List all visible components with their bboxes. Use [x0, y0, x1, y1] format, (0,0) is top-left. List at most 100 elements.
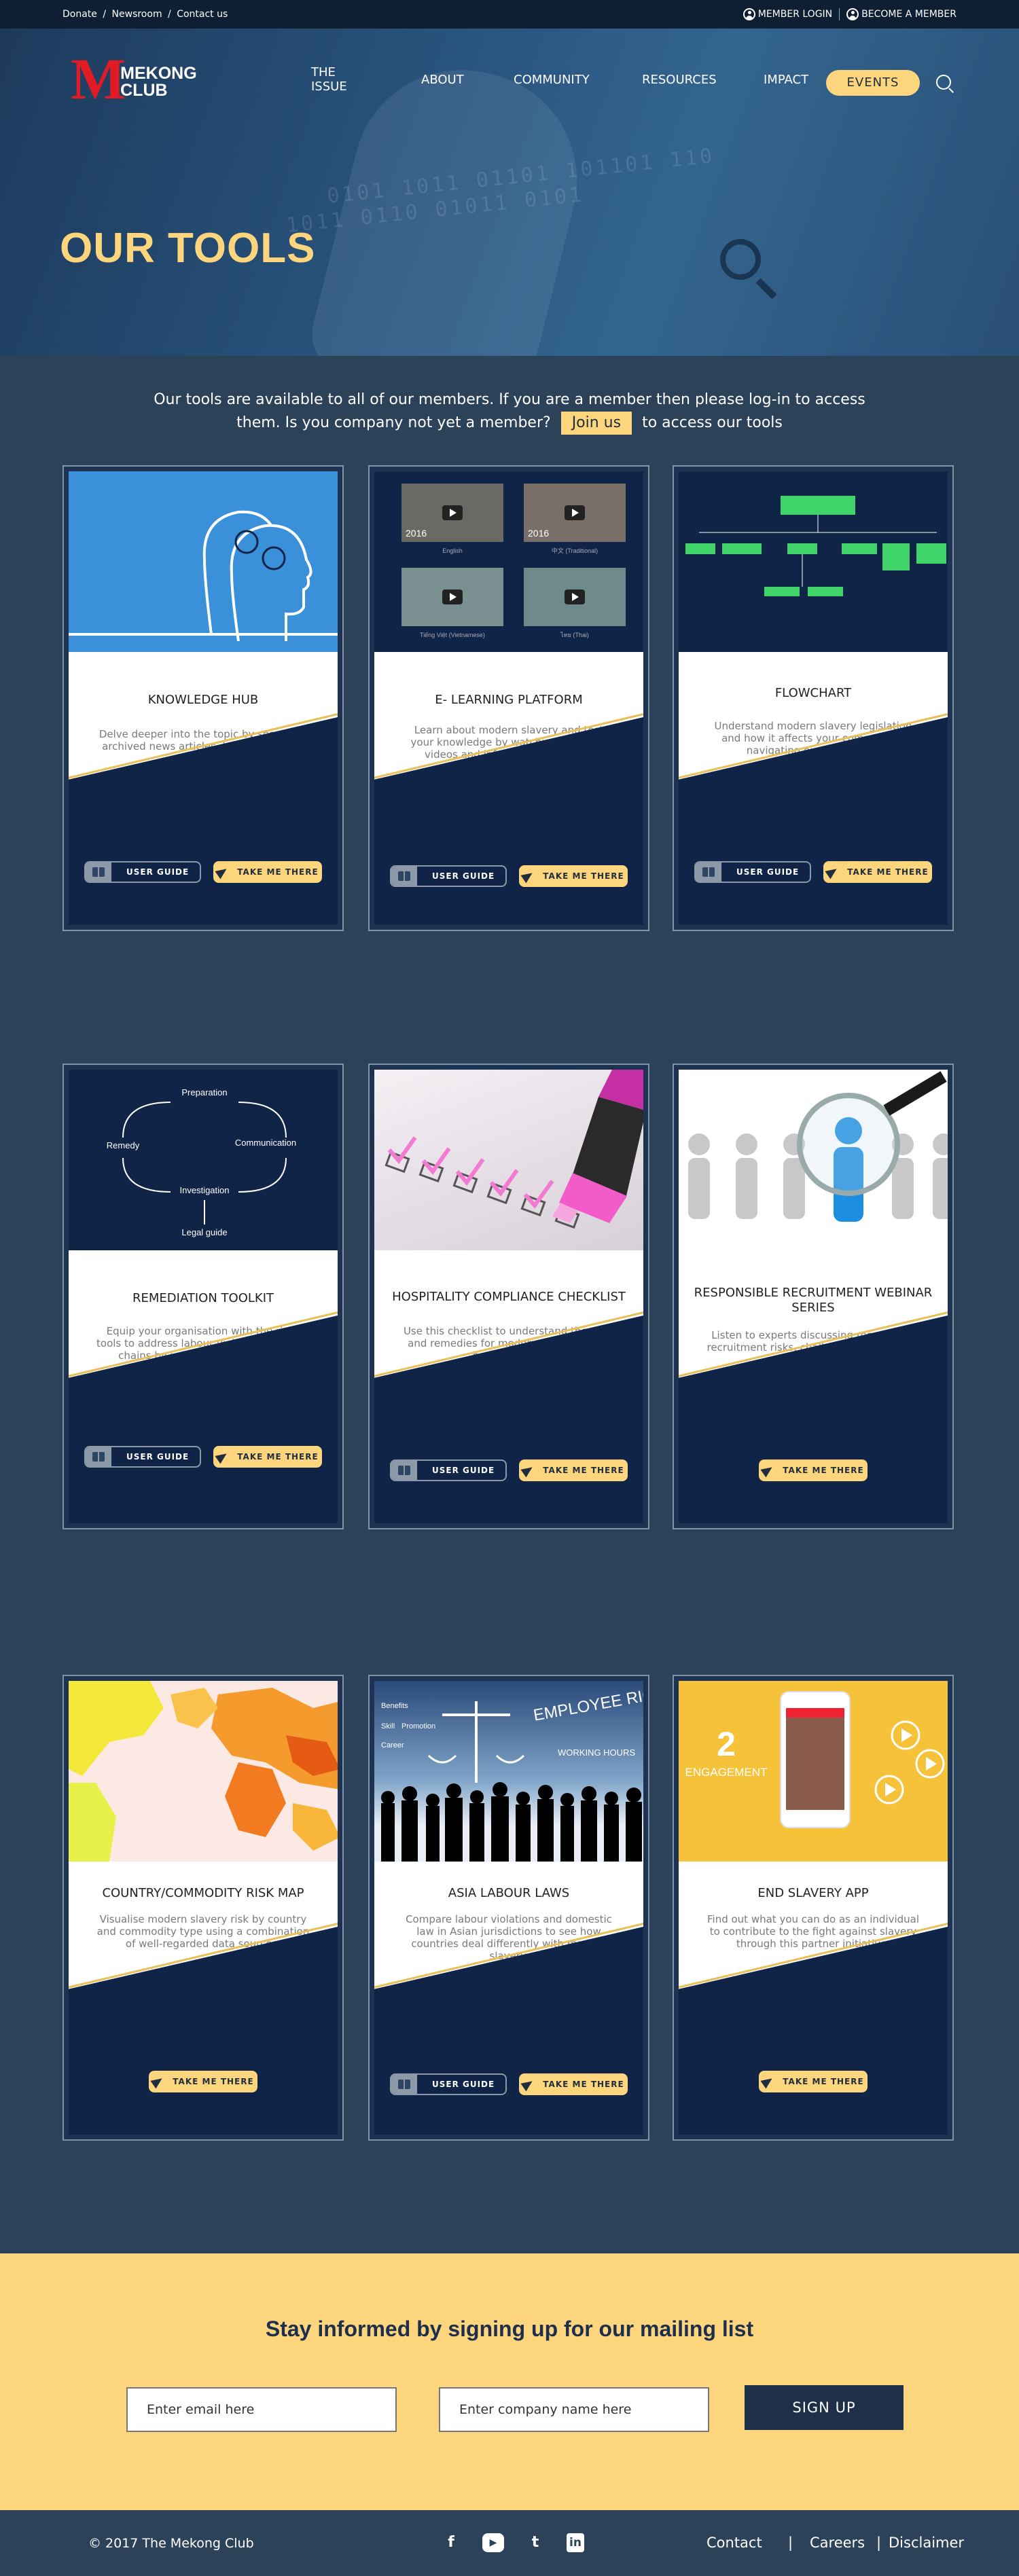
- paper-plane-icon: [520, 1463, 535, 1478]
- footer-disclaimer-link[interactable]: Disclaimer: [889, 2535, 964, 2551]
- logo-line2: CLUB: [120, 81, 168, 100]
- footer-contact-link[interactable]: Contact: [707, 2535, 762, 2551]
- engagement-number: 2: [717, 1725, 736, 1763]
- facebook-icon[interactable]: f: [440, 2533, 462, 2552]
- user-add-icon: [846, 8, 859, 20]
- social-links: f ▶ t in: [440, 2533, 584, 2552]
- book-icon-box: [86, 863, 111, 882]
- take-me-there-button[interactable]: TAKE ME THERE: [519, 1459, 628, 1481]
- user-icon: [743, 8, 755, 20]
- hero-banner: 0101 1011 01101 101101 110 1011 0110 010…: [0, 29, 1019, 356]
- take-me-there-label: TAKE ME THERE: [543, 2080, 624, 2089]
- take-me-there-button[interactable]: TAKE ME THERE: [823, 861, 932, 883]
- take-me-there-button[interactable]: TAKE ME THERE: [213, 861, 322, 883]
- user-guide-button[interactable]: USER GUIDE: [84, 861, 201, 883]
- video-caption: ไทย (Thai): [560, 632, 589, 638]
- take-me-there-label: TAKE ME THERE: [237, 1452, 319, 1462]
- take-me-there-button[interactable]: TAKE ME THERE: [519, 865, 628, 887]
- book-icon-box: [391, 867, 417, 886]
- user-guide-button[interactable]: USER GUIDE: [390, 2073, 507, 2095]
- intro-line1: Our tools are available to all of our me…: [154, 391, 865, 408]
- investigation-label: Investigation: [180, 1185, 230, 1195]
- youtube-icon[interactable]: ▶: [482, 2533, 504, 2552]
- knowledge-hub-image: [69, 471, 338, 652]
- book-icon: [398, 2080, 410, 2089]
- book-icon: [702, 867, 715, 877]
- book-icon-box: [391, 2075, 417, 2094]
- events-button[interactable]: EVENTS: [826, 70, 920, 96]
- user-guide-button[interactable]: USER GUIDE: [694, 861, 811, 883]
- footer-sep: |: [876, 2535, 882, 2551]
- logo-mark: M: [71, 46, 126, 111]
- skill-text: Skill: [381, 1722, 395, 1730]
- user-guide-button[interactable]: USER GUIDE: [390, 1459, 507, 1481]
- page-title: OUR TOOLS: [60, 225, 316, 272]
- take-me-there-label: TAKE ME THERE: [847, 867, 929, 877]
- video-caption: 中文 (Traditional): [552, 547, 598, 554]
- take-me-there-button[interactable]: TAKE ME THERE: [759, 1459, 868, 1481]
- sign-up-button[interactable]: SIGN UP: [745, 2385, 904, 2430]
- video-caption: English: [442, 547, 463, 554]
- paper-plane-icon: [150, 2074, 165, 2089]
- risk-map-image: [69, 1681, 338, 1862]
- become-member-link[interactable]: BECOME A MEMBER: [846, 8, 957, 20]
- user-guide-label: USER GUIDE: [432, 1466, 495, 1475]
- book-icon-box: [696, 863, 721, 882]
- engagement-label: ENGAGEMENT: [685, 1766, 768, 1779]
- search-icon[interactable]: [936, 75, 951, 90]
- twitter-icon[interactable]: t: [524, 2533, 546, 2552]
- magnifier-graphic: [720, 239, 761, 280]
- employee-rights-illustration: EMPLOYEE RIGHTS! WORKING HOURS Benefits …: [381, 1681, 643, 1862]
- account-links: MEMBER LOGIN BECOME A MEMBER: [743, 8, 957, 20]
- user-guide-label: USER GUIDE: [736, 867, 800, 877]
- member-login-link[interactable]: MEMBER LOGIN: [743, 8, 832, 20]
- intro-line2: them. Is you company not yet a member? J…: [136, 412, 883, 435]
- benefits-text: Benefits: [381, 1702, 408, 1710]
- top-sep: /: [103, 9, 107, 20]
- nav-item-about[interactable]: ABOUT: [421, 73, 464, 87]
- paper-plane-icon: [825, 865, 840, 879]
- mekong-club-logo[interactable]: M MEKONG CLUB: [71, 46, 220, 111]
- book-icon-box: [391, 1461, 417, 1480]
- join-us-button[interactable]: Join us: [560, 412, 632, 435]
- world-risk-map: [69, 1681, 338, 1862]
- career-text: Career: [381, 1741, 404, 1749]
- nav-item-impact[interactable]: IMPACT: [764, 73, 808, 87]
- paper-plane-icon: [215, 1449, 230, 1464]
- contact-link[interactable]: Contact us: [177, 9, 228, 20]
- newsroom-link[interactable]: Newsroom: [112, 9, 162, 20]
- video-thumbnails: 2016 2016 English 中文 (Traditional) Tiếng…: [401, 484, 626, 638]
- app-image: 2 ENGAGEMENT: [679, 1681, 948, 1862]
- nav-item-the-issue[interactable]: THE ISSUE: [311, 65, 347, 94]
- communication-label: Communication: [235, 1138, 296, 1148]
- tool-card-flowchart: FLOWCHART Understand modern slavery legi…: [673, 465, 954, 931]
- user-guide-button[interactable]: USER GUIDE: [84, 1446, 201, 1468]
- take-me-there-label: TAKE ME THERE: [543, 871, 624, 881]
- take-me-there-button[interactable]: TAKE ME THERE: [149, 2071, 257, 2092]
- company-name-field[interactable]: Enter company name here: [439, 2387, 709, 2432]
- donate-link[interactable]: Donate: [62, 9, 97, 20]
- tool-card-recruitment-webinar: RESPONSIBLE RECRUITMENT WEBINAR SERIES L…: [673, 1064, 954, 1529]
- linkedin-icon[interactable]: in: [567, 2533, 584, 2552]
- footer-careers-link[interactable]: Careers: [810, 2535, 865, 2551]
- legal-guide-label: Legal guide: [181, 1227, 227, 1237]
- tool-card-remediation-toolkit: Preparation Remedy Communication Investi…: [62, 1064, 344, 1529]
- tool-card-end-slavery-app: 2 ENGAGEMENT END SLAVERY APP Find out wh…: [673, 1675, 954, 2141]
- nav-item-resources[interactable]: RESOURCES: [642, 73, 717, 87]
- user-guide-button[interactable]: USER GUIDE: [390, 865, 507, 887]
- nav-item-community[interactable]: COMMUNITY: [514, 73, 590, 87]
- user-guide-label: USER GUIDE: [126, 1452, 190, 1462]
- divider: [839, 8, 840, 20]
- take-me-there-button[interactable]: TAKE ME THERE: [519, 2073, 628, 2095]
- take-me-there-button[interactable]: TAKE ME THERE: [213, 1446, 322, 1468]
- tool-card-e-learning: 2016 2016 English 中文 (Traditional) Tiếng…: [368, 465, 649, 931]
- card-title: REMEDIATION TOOLKIT: [132, 1291, 274, 1305]
- take-me-there-button[interactable]: TAKE ME THERE: [759, 2071, 868, 2092]
- email-field[interactable]: Enter email here: [126, 2387, 397, 2432]
- intro-line2b: to access our tools: [642, 414, 783, 431]
- mailing-list-title: Stay informed by signing up for our mail…: [265, 2317, 754, 2341]
- site-footer: © 2017 The Mekong Club f ▶ t in Contact …: [0, 2510, 1019, 2576]
- book-icon: [92, 1452, 105, 1462]
- card-actions: USER GUIDE TAKE ME THERE: [374, 1459, 643, 1481]
- card-actions: TAKE ME THERE: [679, 1459, 948, 1481]
